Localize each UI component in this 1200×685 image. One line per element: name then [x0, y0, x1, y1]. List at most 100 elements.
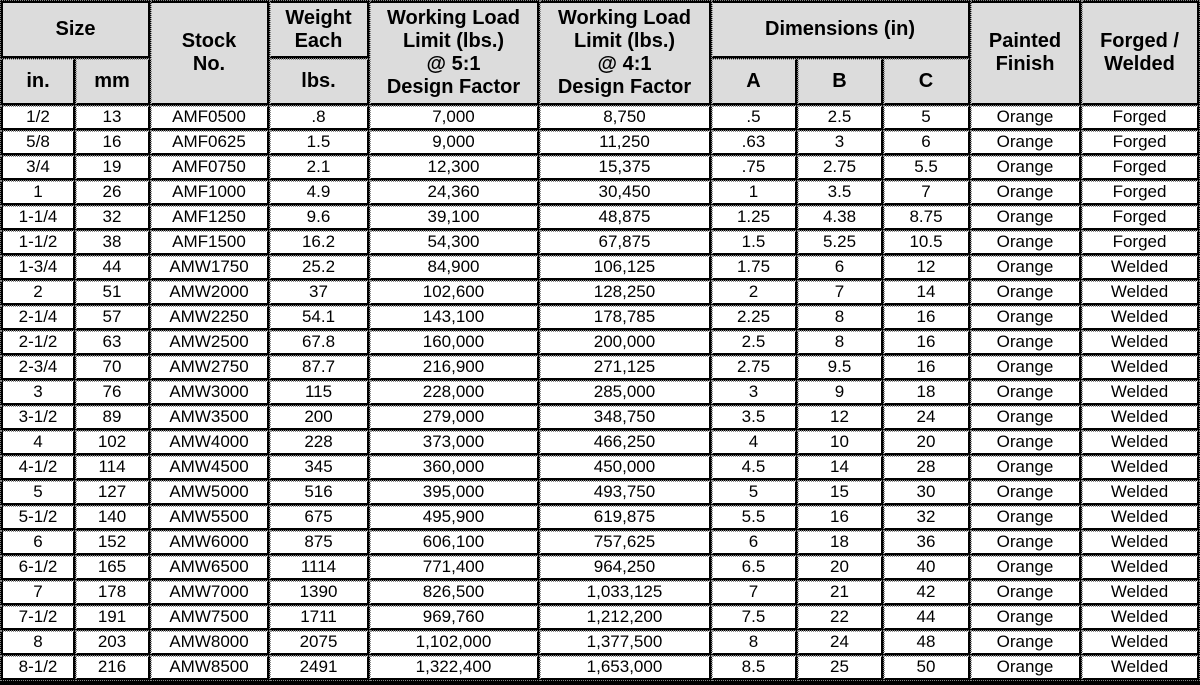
cell-dim-c: 28	[884, 456, 972, 481]
cell-dim-c: 10.5	[884, 231, 972, 256]
cell-dim-b: 25	[798, 656, 884, 681]
cell-dim-b: 9.5	[798, 356, 884, 381]
cell-dim-a: .5	[712, 106, 798, 131]
cell-size-mm: 216	[76, 656, 151, 681]
cell-size-in: 1-3/4	[0, 256, 76, 281]
cell-size-mm: 32	[76, 206, 151, 231]
cell-size-in: 3/4	[0, 156, 76, 181]
cell-weight: 115	[270, 381, 370, 406]
cell-stock-no: AMF0750	[151, 156, 270, 181]
cell-dim-c: 20	[884, 431, 972, 456]
cell-forged-welded: Welded	[1082, 431, 1200, 456]
cell-dim-b: 3.5	[798, 181, 884, 206]
cell-dim-c: 36	[884, 531, 972, 556]
header-stock-line2: No.	[192, 53, 226, 75]
table-row: 6-1/2 165 AMW6500 1114 771,400 964,250 6.5 20 40…	[0, 556, 1200, 581]
cell-painted-finish: Orange	[971, 181, 1083, 206]
cell-wll-4-1: 271,125	[540, 356, 712, 381]
cell-size-in: 2-1/4	[0, 306, 76, 331]
table-row: 3-1/2 89 AMW3500 200 279,000 348,750 3.5 12 24 Or…	[0, 406, 1200, 431]
cell-painted-finish: Orange	[971, 606, 1083, 631]
cell-size-in: 8	[0, 631, 76, 656]
cell-weight: 675	[270, 506, 370, 531]
cell-wll-4-1: 1,212,200	[540, 606, 712, 631]
header-wll5-line1: Working Load	[387, 7, 520, 29]
cell-wll-4-1: 757,625	[540, 531, 712, 556]
cell-dim-a: 2.25	[712, 306, 798, 331]
cell-weight: 1390	[270, 581, 370, 606]
cell-size-in: 1	[0, 181, 76, 206]
cell-dim-b: 14	[798, 456, 884, 481]
cell-dim-b: 8	[798, 306, 884, 331]
cell-dim-c: 16	[884, 306, 972, 331]
cell-stock-no: AMW4500	[151, 456, 270, 481]
table-row: 2-1/4 57 AMW2250 54.1 143,100 178,785 2.25 8 16 O…	[0, 306, 1200, 331]
cell-dim-a: 2.75	[712, 356, 798, 381]
cell-dim-c: 7	[884, 181, 972, 206]
cell-wll-4-1: 1,377,500	[540, 631, 712, 656]
cell-stock-no: AMW6500	[151, 556, 270, 581]
cell-size-in: 3	[0, 381, 76, 406]
cell-dim-b: 4.38	[798, 206, 884, 231]
cell-forged-welded: Welded	[1082, 456, 1200, 481]
cell-forged-welded: Welded	[1082, 531, 1200, 556]
cell-stock-no: AMF1000	[151, 181, 270, 206]
header-size: Size	[0, 0, 151, 59]
cell-stock-no: AMW4000	[151, 431, 270, 456]
cell-wll-5-1: 102,600	[370, 281, 540, 306]
cell-wll-5-1: 826,500	[370, 581, 540, 606]
cell-dim-b: 9	[798, 381, 884, 406]
cell-stock-no: AMW8000	[151, 631, 270, 656]
cell-painted-finish: Orange	[971, 456, 1083, 481]
cell-dim-a: 6.5	[712, 556, 798, 581]
header-forged-welded: Forged / Welded	[1082, 0, 1200, 106]
cell-wll-5-1: 54,300	[370, 231, 540, 256]
header-dim-b: B	[798, 59, 884, 106]
cell-size-mm: 26	[76, 181, 151, 206]
cell-dim-b: 16	[798, 506, 884, 531]
cell-wll-5-1: 1,102,000	[370, 631, 540, 656]
cell-weight: 87.7	[270, 356, 370, 381]
cell-painted-finish: Orange	[971, 231, 1083, 256]
cell-forged-welded: Welded	[1082, 356, 1200, 381]
cell-dim-b: 10	[798, 431, 884, 456]
header-stock-no: Stock No.	[151, 0, 270, 106]
header-weight: Weight Each	[270, 0, 370, 59]
cell-dim-c: 16	[884, 356, 972, 381]
cell-weight: 2.1	[270, 156, 370, 181]
cell-dim-c: 32	[884, 506, 972, 531]
cell-weight: 875	[270, 531, 370, 556]
cell-weight: .8	[270, 106, 370, 131]
cell-painted-finish: Orange	[971, 281, 1083, 306]
cell-dim-a: 5.5	[712, 506, 798, 531]
header-wll4-line2: Limit (lbs.)	[573, 30, 676, 52]
cell-dim-c: 40	[884, 556, 972, 581]
table-row: 1/2 13 AMF0500.8 7,000 8,750.5 2.5 5 Orange Forg…	[0, 106, 1200, 131]
cell-dim-c: 14	[884, 281, 972, 306]
cell-forged-welded: Welded	[1082, 406, 1200, 431]
cell-dim-b: 8	[798, 331, 884, 356]
cell-dim-b: 2.5	[798, 106, 884, 131]
cell-painted-finish: Orange	[971, 506, 1083, 531]
cell-wll-4-1: 8,750	[540, 106, 712, 131]
cell-wll-4-1: 964,250	[540, 556, 712, 581]
cell-size-mm: 114	[76, 456, 151, 481]
header-stock-line1: Stock	[181, 30, 237, 52]
cell-painted-finish: Orange	[971, 581, 1083, 606]
table-header: Size Stock No. Weight Each Working Load …	[0, 0, 1200, 106]
cell-weight: 37	[270, 281, 370, 306]
cell-dim-c: 5.5	[884, 156, 972, 181]
cell-size-mm: 102	[76, 431, 151, 456]
cell-dim-a: 1.25	[712, 206, 798, 231]
cell-size-in: 8-1/2	[0, 656, 76, 681]
header-dimensions-label: Dimensions (in)	[765, 18, 916, 40]
cell-dim-b: 24	[798, 631, 884, 656]
cell-wll-5-1: 12,300	[370, 156, 540, 181]
cell-dim-b: 15	[798, 481, 884, 506]
cell-forged-welded: Welded	[1082, 256, 1200, 281]
cell-dim-c: 18	[884, 381, 972, 406]
cell-weight: 516	[270, 481, 370, 506]
cell-dim-b: 21	[798, 581, 884, 606]
cell-dim-c: 44	[884, 606, 972, 631]
cell-size-in: 6-1/2	[0, 556, 76, 581]
